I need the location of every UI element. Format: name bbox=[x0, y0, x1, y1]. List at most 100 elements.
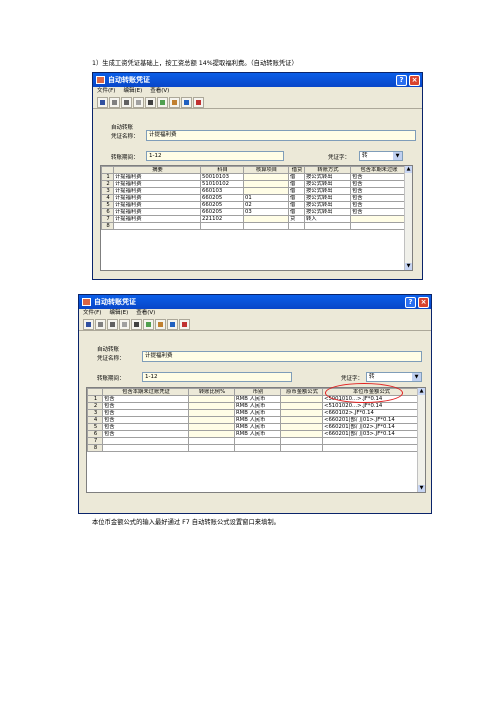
help-button[interactable]: ? bbox=[396, 74, 407, 86]
grid-cell[interactable] bbox=[243, 173, 289, 181]
grid-cell[interactable]: 借 bbox=[288, 208, 305, 216]
grid-cell[interactable]: 转入 bbox=[304, 215, 351, 223]
grid-cell[interactable] bbox=[102, 444, 189, 452]
table-row[interactable]: 3 包含 RMB 人民币 <660102>.JF*0.14 bbox=[87, 409, 420, 417]
formula-icon[interactable] bbox=[169, 97, 180, 108]
grid-cell[interactable] bbox=[280, 395, 323, 403]
grid-cell[interactable]: 包含 bbox=[350, 180, 407, 188]
voucher-type-select[interactable]: 转 ▼ bbox=[359, 151, 403, 161]
chevron-down-icon[interactable]: ▼ bbox=[412, 373, 421, 381]
grid-cell[interactable]: 50010103 bbox=[200, 173, 244, 181]
grid-cell[interactable]: <5101020...>.JF*0.14 bbox=[322, 402, 420, 410]
table-row[interactable]: 2 包含 RMB 人民币 <5101020...>.JF*0.14 bbox=[87, 402, 420, 410]
col-header[interactable]: 包含本期未过账 bbox=[350, 166, 407, 174]
grid-cell[interactable]: RMB 人民币 bbox=[234, 430, 281, 438]
grid-cell[interactable] bbox=[322, 444, 420, 452]
grid-cell[interactable] bbox=[280, 437, 323, 445]
table-row[interactable]: 7 bbox=[87, 437, 420, 445]
chevron-down-icon[interactable]: ▼ bbox=[393, 152, 402, 160]
menu-edit[interactable]: 编辑(E) bbox=[109, 309, 128, 318]
period-field[interactable]: 1-12 bbox=[142, 372, 292, 382]
grid-cell[interactable]: 计提福利费 bbox=[113, 173, 201, 181]
grid-cell[interactable] bbox=[188, 437, 235, 445]
grid-cell[interactable] bbox=[280, 402, 323, 410]
col-header[interactable]: 科目 bbox=[200, 166, 244, 174]
delete-row-icon[interactable] bbox=[131, 319, 142, 330]
insert-row-icon[interactable] bbox=[157, 97, 168, 108]
grid-cell[interactable]: 包含 bbox=[102, 395, 189, 403]
table-row[interactable]: 5 计提福利费 660205 02 借按公式转出 包含 bbox=[101, 201, 407, 209]
grid-cell[interactable]: 按公式转出 bbox=[304, 201, 351, 209]
prev-icon[interactable] bbox=[181, 97, 192, 108]
grid-cell[interactable]: 660103 bbox=[200, 187, 244, 195]
title-bar[interactable]: 自动转账凭证 ? × bbox=[79, 295, 431, 309]
menu-view[interactable]: 查看(V) bbox=[136, 309, 155, 318]
scroll-down-icon[interactable]: ▼ bbox=[405, 263, 412, 270]
grid-cell[interactable]: 借 bbox=[288, 180, 305, 188]
grid-cell[interactable] bbox=[188, 395, 235, 403]
menu-edit[interactable]: 编辑(E) bbox=[123, 87, 142, 96]
grid-cell[interactable]: 计提福利费 bbox=[113, 208, 201, 216]
grid-cell[interactable] bbox=[188, 402, 235, 410]
col-header[interactable]: 核算项目 bbox=[243, 166, 289, 174]
scroll-up-icon[interactable]: ▲ bbox=[418, 388, 425, 395]
grid-cell[interactable]: 按公式转出 bbox=[304, 180, 351, 188]
grid-cell[interactable]: 按公式转出 bbox=[304, 208, 351, 216]
grid-cell[interactable]: 包含 bbox=[350, 208, 407, 216]
grid-cell[interactable]: 计提福利费 bbox=[113, 187, 201, 195]
grid-cell[interactable]: 包含 bbox=[350, 187, 407, 195]
col-header[interactable]: 币别 bbox=[234, 388, 281, 396]
voucher-type-select[interactable]: 转 ▼ bbox=[366, 372, 422, 382]
grid-cell[interactable]: <660102>.JF*0.14 bbox=[322, 409, 420, 417]
col-header[interactable]: 原币金额公式 bbox=[280, 388, 323, 396]
grid-cell[interactable] bbox=[280, 423, 323, 431]
table-row[interactable]: 2 计提福利费 51010102 借按公式转出 包含 bbox=[101, 180, 407, 188]
grid-cell[interactable] bbox=[234, 444, 281, 452]
grid-cell[interactable]: 660205 bbox=[200, 201, 244, 209]
menu-view[interactable]: 查看(V) bbox=[150, 87, 169, 96]
grid-cell[interactable]: 借 bbox=[288, 173, 305, 181]
table-row[interactable]: 3 计提福利费 660103 借按公式转出 包含 bbox=[101, 187, 407, 195]
period-field[interactable]: 1-12 bbox=[146, 151, 284, 161]
grid-cell[interactable]: 计提福利费 bbox=[113, 201, 201, 209]
grid-cell[interactable]: 包含 bbox=[102, 423, 189, 431]
grid-cell[interactable]: <660201|部门|01>.JF*0.14 bbox=[322, 416, 420, 424]
grid-cell[interactable] bbox=[280, 409, 323, 417]
exit-icon[interactable] bbox=[179, 319, 190, 330]
grid-cell[interactable] bbox=[234, 437, 281, 445]
grid-cell[interactable]: 包含 bbox=[102, 430, 189, 438]
grid-cell[interactable]: RMB 人民币 bbox=[234, 395, 281, 403]
grid-cell[interactable]: 包含 bbox=[102, 416, 189, 424]
preview-icon[interactable] bbox=[119, 319, 130, 330]
grid-cell[interactable]: 221102 bbox=[200, 215, 244, 223]
grid-cell[interactable] bbox=[243, 215, 289, 223]
table-row[interactable]: 4 包含 RMB 人民币 <660201|部门|01>.JF*0.14 bbox=[87, 416, 420, 424]
grid-cell[interactable]: 计提福利费 bbox=[113, 215, 201, 223]
title-bar[interactable]: 自动转账凭证 ? × bbox=[93, 73, 422, 87]
delete-row-icon[interactable] bbox=[145, 97, 156, 108]
close-button[interactable]: × bbox=[409, 74, 420, 86]
vertical-scrollbar[interactable]: ▲ ▼ bbox=[404, 166, 412, 270]
grid-cell[interactable]: 660205 bbox=[200, 208, 244, 216]
scroll-up-icon[interactable]: ▲ bbox=[405, 166, 412, 173]
prev-icon[interactable] bbox=[167, 319, 178, 330]
help-button[interactable]: ? bbox=[405, 296, 416, 308]
grid-cell[interactable] bbox=[188, 423, 235, 431]
table-row[interactable]: 6 包含 RMB 人民币 <660201|部门|03>.JF*0.14 bbox=[87, 430, 420, 438]
grid-cell[interactable]: 按公式转出 bbox=[304, 173, 351, 181]
save-icon[interactable] bbox=[83, 319, 94, 330]
col-header[interactable]: 转账比例% bbox=[188, 388, 235, 396]
grid-cell[interactable]: 51010102 bbox=[200, 180, 244, 188]
grid-cell[interactable] bbox=[280, 416, 323, 424]
voucher-name-field[interactable]: 计提福利费 bbox=[146, 130, 416, 141]
grid-cell[interactable]: 包含 bbox=[350, 201, 407, 209]
grid-cell[interactable]: 贷 bbox=[288, 215, 305, 223]
grid-cell[interactable] bbox=[350, 222, 407, 230]
grid-cell[interactable] bbox=[188, 430, 235, 438]
grid-cell[interactable]: RMB 人民币 bbox=[234, 416, 281, 424]
table-row[interactable]: 6 计提福利费 660205 03 借按公式转出 包含 bbox=[101, 208, 407, 216]
menu-file[interactable]: 文件(F) bbox=[97, 87, 115, 96]
grid-cell[interactable]: <660201|部门|02>.JF*0.14 bbox=[322, 423, 420, 431]
grid-cell[interactable] bbox=[113, 222, 201, 230]
table-row[interactable]: 7 计提福利费 221102 贷转入 bbox=[101, 215, 407, 223]
